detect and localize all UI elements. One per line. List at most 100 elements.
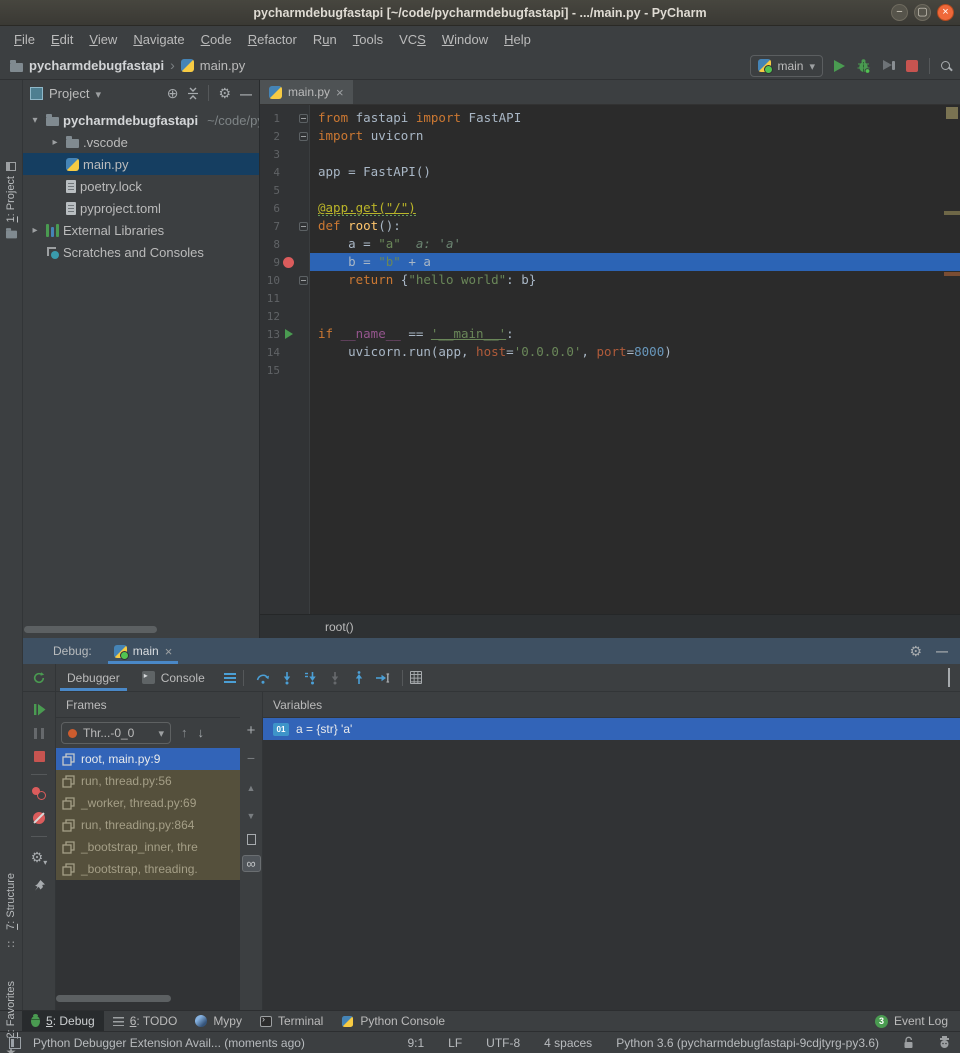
code-line-12[interactable]: [310, 307, 960, 325]
gutter-line-6[interactable]: 6: [260, 199, 309, 217]
breadcrumb-function[interactable]: root(): [325, 620, 354, 634]
frame-run-thread-py-56[interactable]: run, thread.py:56: [56, 770, 240, 792]
menu-vcs[interactable]: VCS: [391, 29, 434, 50]
toolwindow-button-mypy[interactable]: Mypy: [186, 1011, 251, 1031]
gutter-line-12[interactable]: 12: [260, 307, 309, 325]
code-line-4[interactable]: app = FastAPI(): [310, 163, 960, 181]
code-line-13[interactable]: if __name__ == '__main__':: [310, 325, 960, 343]
tab-debugger[interactable]: Debugger: [56, 664, 131, 691]
gutter-line-5[interactable]: 5: [260, 181, 309, 199]
code-line-14[interactable]: uvicorn.run(app, host='0.0.0.0', port=80…: [310, 343, 960, 361]
toolwindow-button-python-console[interactable]: Python Console: [332, 1011, 454, 1031]
rerun-button[interactable]: [23, 664, 56, 691]
gutter-line-3[interactable]: 3: [260, 145, 309, 163]
gutter-line-15[interactable]: 15: [260, 361, 309, 379]
hide-panel-icon[interactable]: [240, 86, 252, 101]
tree-expand-arrow-icon[interactable]: ▸: [48, 137, 62, 148]
code-line-7[interactable]: def root():: [310, 217, 960, 235]
code-line-15[interactable]: [310, 361, 960, 379]
code-line-8[interactable]: a = "a" a: 'a': [310, 235, 960, 253]
tab-console[interactable]: Console: [131, 664, 216, 691]
toolwindow-button-structure[interactable]: 7: Structure: [0, 873, 22, 953]
fold-box[interactable]: [299, 222, 308, 231]
toolwindow-button-terminal[interactable]: Terminal: [251, 1011, 332, 1031]
step-into-my-code-button[interactable]: [299, 671, 323, 685]
duplicate-watch-icon[interactable]: [247, 834, 256, 845]
breadcrumb-file[interactable]: main.py: [200, 58, 246, 73]
fold-marker-icon[interactable]: [297, 222, 309, 231]
stop-button[interactable]: [34, 751, 45, 762]
code-line-5[interactable]: [310, 181, 960, 199]
gutter-line-14[interactable]: 14: [260, 343, 309, 361]
gutter-line-13[interactable]: 13: [260, 325, 309, 343]
fold-marker-icon[interactable]: [297, 132, 309, 141]
close-tab-icon[interactable]: [336, 85, 344, 100]
remove-watch-icon[interactable]: [247, 750, 255, 768]
close-icon[interactable]: ×: [937, 4, 954, 21]
resume-button[interactable]: [33, 703, 46, 716]
editor-tab-main-py[interactable]: main.py: [260, 80, 353, 104]
mute-breakpoints-icon[interactable]: [33, 812, 45, 824]
tree-item-vscode[interactable]: ▸.vscode: [23, 131, 259, 153]
code-editor[interactable]: 123456789101112131415 from fastapi impor…: [260, 105, 960, 614]
event-log-button[interactable]: 3 Event Log: [875, 1014, 956, 1028]
status-message[interactable]: Python Debugger Extension Avail... (mome…: [33, 1036, 305, 1050]
gutter-line-1[interactable]: 1: [260, 109, 309, 127]
fold-box[interactable]: [299, 114, 308, 123]
tree-item-main-py[interactable]: main.py: [23, 153, 259, 175]
menu-view[interactable]: View: [81, 29, 125, 50]
breakpoint-dot[interactable]: [283, 257, 294, 268]
pause-button[interactable]: [34, 728, 44, 739]
toolwindow-button-6-todo[interactable]: 6: TODO: [104, 1011, 187, 1031]
inspection-indicator[interactable]: [946, 107, 958, 119]
step-over-button[interactable]: [251, 671, 275, 685]
editor-gutter[interactable]: 123456789101112131415: [260, 105, 310, 614]
tree-item-poetry-lock[interactable]: poetry.lock: [23, 175, 259, 197]
run-gutter-icon[interactable]: [280, 329, 297, 339]
chevron-down-icon[interactable]: [95, 86, 101, 101]
toolwindow-toggle-icon[interactable]: [9, 1037, 21, 1049]
indent-setting[interactable]: 4 spaces: [544, 1036, 592, 1050]
previous-frame-icon[interactable]: [181, 724, 188, 742]
gutter-line-4[interactable]: 4: [260, 163, 309, 181]
gutter-line-11[interactable]: 11: [260, 289, 309, 307]
frame-bootstrap-threading[interactable]: _bootstrap, threading.: [56, 858, 240, 880]
debugger-settings-icon[interactable]: [31, 849, 48, 867]
code-line-9[interactable]: b = "b" + a: [310, 253, 960, 271]
menu-refactor[interactable]: Refactor: [240, 29, 305, 50]
run-button[interactable]: [834, 60, 845, 72]
frame-bootstrap-inner-thre[interactable]: _bootstrap_inner, thre: [56, 836, 240, 858]
tree-item-pycharmdebugfastapi[interactable]: ▾pycharmdebugfastapi~/code/pycharmdebugf…: [23, 109, 259, 131]
breakpoint-stripe-mark[interactable]: [944, 272, 960, 276]
lock-icon[interactable]: [903, 1036, 914, 1049]
code-line-6[interactable]: @app.get("/"): [310, 199, 960, 217]
code-line-10[interactable]: return {"hello world": b}: [310, 271, 960, 289]
project-panel-title[interactable]: Project: [49, 86, 89, 101]
move-down-icon[interactable]: [247, 806, 256, 824]
gear-icon[interactable]: [909, 643, 922, 660]
warning-stripe-mark[interactable]: [944, 211, 960, 215]
search-everywhere-icon[interactable]: [941, 57, 950, 75]
run-configuration-select[interactable]: main: [750, 55, 823, 77]
variable-row[interactable]: 01a = {str} 'a': [263, 718, 960, 740]
horizontal-scrollbar[interactable]: [56, 995, 171, 1002]
tree-item-scratches-and-consoles[interactable]: Scratches and Consoles: [23, 241, 259, 263]
menu-file[interactable]: File: [6, 29, 43, 50]
caret-position[interactable]: 9:1: [407, 1036, 424, 1050]
coverage-button[interactable]: [882, 59, 895, 72]
fold-marker-icon[interactable]: [297, 114, 309, 123]
force-step-into-button[interactable]: [323, 671, 347, 685]
move-up-icon[interactable]: [247, 778, 256, 796]
step-into-button[interactable]: [275, 671, 299, 685]
gutter-line-7[interactable]: 7: [260, 217, 309, 235]
title-bar[interactable]: pycharmdebugfastapi [~/code/pycharmdebug…: [0, 0, 960, 26]
stop-button[interactable]: [906, 60, 918, 72]
menu-tools[interactable]: Tools: [345, 29, 391, 50]
restore-layout-icon[interactable]: [948, 668, 950, 687]
add-watch-icon[interactable]: [247, 722, 256, 740]
thread-selector[interactable]: Thr...-0_0: [61, 722, 171, 744]
debug-button[interactable]: [856, 58, 871, 73]
threads-view-icon[interactable]: [224, 673, 236, 683]
code-line-2[interactable]: import uvicorn: [310, 127, 960, 145]
fold-box[interactable]: [299, 276, 308, 285]
